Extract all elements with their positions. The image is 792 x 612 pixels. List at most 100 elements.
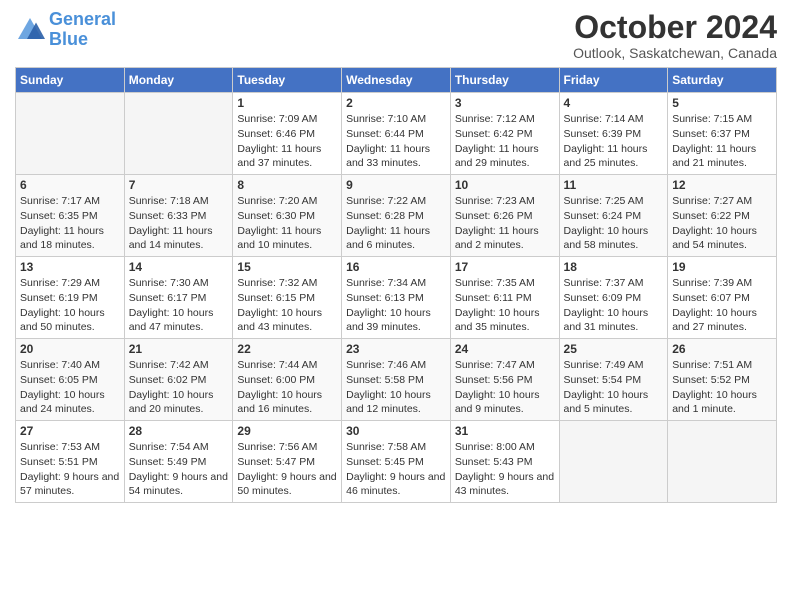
cell-w0-d3: 2 Sunrise: 7:10 AMSunset: 6:44 PMDaylight… xyxy=(342,93,451,175)
header-monday: Monday xyxy=(124,68,233,93)
cell-w2-d2: 15 Sunrise: 7:32 AMSunset: 6:15 PMDayligh… xyxy=(233,257,342,339)
cell-w4-d2: 29 Sunrise: 7:56 AMSunset: 5:47 PMDayligh… xyxy=(233,421,342,503)
header-thursday: Thursday xyxy=(450,68,559,93)
subtitle: Outlook, Saskatchewan, Canada xyxy=(573,45,777,61)
logo-text: General Blue xyxy=(49,10,116,50)
day-info: Sunrise: 7:10 AMSunset: 6:44 PMDaylight:… xyxy=(346,112,446,171)
day-info: Sunrise: 7:46 AMSunset: 5:58 PMDaylight:… xyxy=(346,358,446,417)
day-number: 21 xyxy=(129,342,229,356)
cell-w4-d4: 31 Sunrise: 8:00 AMSunset: 5:43 PMDayligh… xyxy=(450,421,559,503)
day-info: Sunrise: 7:37 AMSunset: 6:09 PMDaylight:… xyxy=(564,276,664,335)
cell-w2-d0: 13 Sunrise: 7:29 AMSunset: 6:19 PMDayligh… xyxy=(16,257,125,339)
cell-w4-d1: 28Sunrise: 7:54 AMSunset: 5:49 PMDayligh… xyxy=(124,421,233,503)
day-info: Sunrise: 7:35 AMSunset: 6:11 PMDaylight:… xyxy=(455,276,555,335)
cell-w1-d6: 12 Sunrise: 7:27 AMSunset: 6:22 PMDayligh… xyxy=(668,175,777,257)
cell-w2-d5: 18 Sunrise: 7:37 AMSunset: 6:09 PMDayligh… xyxy=(559,257,668,339)
header-tuesday: Tuesday xyxy=(233,68,342,93)
day-number: 3 xyxy=(455,96,555,110)
logo-general: General xyxy=(49,9,116,29)
day-number: 26 xyxy=(672,342,772,356)
week-row-4: 27 Sunrise: 7:53 AMSunset: 5:51 PMDayligh… xyxy=(16,421,777,503)
day-number: 18 xyxy=(564,260,664,274)
day-info: Sunrise: 7:32 AMSunset: 6:15 PMDaylight:… xyxy=(237,276,337,335)
day-number: 22 xyxy=(237,342,337,356)
day-number: 13 xyxy=(20,260,120,274)
cell-w3-d6: 26 Sunrise: 7:51 AMSunset: 5:52 PMDayligh… xyxy=(668,339,777,421)
cell-w3-d1: 21 Sunrise: 7:42 AMSunset: 6:02 PMDayligh… xyxy=(124,339,233,421)
day-info: Sunrise: 7:40 AMSunset: 6:05 PMDaylight:… xyxy=(20,358,120,417)
cell-w2-d4: 17Sunrise: 7:35 AMSunset: 6:11 PMDayligh… xyxy=(450,257,559,339)
day-info: Sunrise: 8:00 AMSunset: 5:43 PMDaylight:… xyxy=(455,440,555,499)
day-number: 9 xyxy=(346,178,446,192)
calendar-body: 1 Sunrise: 7:09 AMSunset: 6:46 PMDaylight… xyxy=(16,93,777,503)
day-number: 20 xyxy=(20,342,120,356)
day-number: 25 xyxy=(564,342,664,356)
day-info: Sunrise: 7:23 AMSunset: 6:26 PMDaylight:… xyxy=(455,194,555,253)
day-info: Sunrise: 7:27 AMSunset: 6:22 PMDaylight:… xyxy=(672,194,772,253)
day-number: 29 xyxy=(237,424,337,438)
cell-w3-d5: 25 Sunrise: 7:49 AMSunset: 5:54 PMDayligh… xyxy=(559,339,668,421)
day-number: 27 xyxy=(20,424,120,438)
cell-w1-d3: 9 Sunrise: 7:22 AMSunset: 6:28 PMDaylight… xyxy=(342,175,451,257)
day-info: Sunrise: 7:47 AMSunset: 5:56 PMDaylight:… xyxy=(455,358,555,417)
day-number: 14 xyxy=(129,260,229,274)
cell-w2-d3: 16 Sunrise: 7:34 AMSunset: 6:13 PMDayligh… xyxy=(342,257,451,339)
day-number: 30 xyxy=(346,424,446,438)
day-info: Sunrise: 7:42 AMSunset: 6:02 PMDaylight:… xyxy=(129,358,229,417)
cell-w3-d4: 24Sunrise: 7:47 AMSunset: 5:56 PMDayligh… xyxy=(450,339,559,421)
page: General Blue October 2024 Outlook, Saska… xyxy=(0,0,792,612)
cell-w4-d5 xyxy=(559,421,668,503)
day-number: 12 xyxy=(672,178,772,192)
header-row: Sunday Monday Tuesday Wednesday Thursday… xyxy=(16,68,777,93)
cell-w0-d1 xyxy=(124,93,233,175)
week-row-0: 1 Sunrise: 7:09 AMSunset: 6:46 PMDaylight… xyxy=(16,93,777,175)
cell-w0-d5: 4Sunrise: 7:14 AMSunset: 6:39 PMDaylight… xyxy=(559,93,668,175)
day-number: 23 xyxy=(346,342,446,356)
week-row-3: 20 Sunrise: 7:40 AMSunset: 6:05 PMDayligh… xyxy=(16,339,777,421)
day-number: 5 xyxy=(672,96,772,110)
day-number: 7 xyxy=(129,178,229,192)
day-number: 15 xyxy=(237,260,337,274)
day-info: Sunrise: 7:56 AMSunset: 5:47 PMDaylight:… xyxy=(237,440,337,499)
day-info: Sunrise: 7:30 AMSunset: 6:17 PMDaylight:… xyxy=(129,276,229,335)
title-block: October 2024 Outlook, Saskatchewan, Cana… xyxy=(573,10,777,61)
day-info: Sunrise: 7:49 AMSunset: 5:54 PMDaylight:… xyxy=(564,358,664,417)
cell-w4-d6 xyxy=(668,421,777,503)
cell-w3-d2: 22Sunrise: 7:44 AMSunset: 6:00 PMDayligh… xyxy=(233,339,342,421)
day-number: 28 xyxy=(129,424,229,438)
day-info: Sunrise: 7:51 AMSunset: 5:52 PMDaylight:… xyxy=(672,358,772,417)
day-info: Sunrise: 7:58 AMSunset: 5:45 PMDaylight:… xyxy=(346,440,446,499)
day-info: Sunrise: 7:12 AMSunset: 6:42 PMDaylight:… xyxy=(455,112,555,171)
cell-w1-d2: 8Sunrise: 7:20 AMSunset: 6:30 PMDaylight… xyxy=(233,175,342,257)
day-number: 11 xyxy=(564,178,664,192)
day-number: 1 xyxy=(237,96,337,110)
day-number: 10 xyxy=(455,178,555,192)
day-info: Sunrise: 7:22 AMSunset: 6:28 PMDaylight:… xyxy=(346,194,446,253)
calendar-table: Sunday Monday Tuesday Wednesday Thursday… xyxy=(15,67,777,503)
cell-w1-d4: 10 Sunrise: 7:23 AMSunset: 6:26 PMDayligh… xyxy=(450,175,559,257)
logo: General Blue xyxy=(15,10,116,50)
week-row-2: 13 Sunrise: 7:29 AMSunset: 6:19 PMDayligh… xyxy=(16,257,777,339)
day-info: Sunrise: 7:29 AMSunset: 6:19 PMDaylight:… xyxy=(20,276,120,335)
day-info: Sunrise: 7:53 AMSunset: 5:51 PMDaylight:… xyxy=(20,440,120,499)
cell-w0-d6: 5 Sunrise: 7:15 AMSunset: 6:37 PMDaylight… xyxy=(668,93,777,175)
day-number: 31 xyxy=(455,424,555,438)
cell-w0-d0 xyxy=(16,93,125,175)
logo-blue: Blue xyxy=(49,29,88,49)
day-info: Sunrise: 7:15 AMSunset: 6:37 PMDaylight:… xyxy=(672,112,772,171)
logo-icon xyxy=(15,15,45,45)
cell-w4-d3: 30 Sunrise: 7:58 AMSunset: 5:45 PMDayligh… xyxy=(342,421,451,503)
day-info: Sunrise: 7:09 AMSunset: 6:46 PMDaylight:… xyxy=(237,112,337,171)
header-wednesday: Wednesday xyxy=(342,68,451,93)
day-number: 16 xyxy=(346,260,446,274)
header-friday: Friday xyxy=(559,68,668,93)
day-number: 6 xyxy=(20,178,120,192)
cell-w1-d0: 6Sunrise: 7:17 AMSunset: 6:35 PMDaylight… xyxy=(16,175,125,257)
day-info: Sunrise: 7:34 AMSunset: 6:13 PMDaylight:… xyxy=(346,276,446,335)
cell-w1-d5: 11Sunrise: 7:25 AMSunset: 6:24 PMDayligh… xyxy=(559,175,668,257)
cell-w2-d1: 14 Sunrise: 7:30 AMSunset: 6:17 PMDayligh… xyxy=(124,257,233,339)
cell-w2-d6: 19Sunrise: 7:39 AMSunset: 6:07 PMDayligh… xyxy=(668,257,777,339)
cell-w1-d1: 7Sunrise: 7:18 AMSunset: 6:33 PMDaylight… xyxy=(124,175,233,257)
day-info: Sunrise: 7:39 AMSunset: 6:07 PMDaylight:… xyxy=(672,276,772,335)
day-number: 2 xyxy=(346,96,446,110)
